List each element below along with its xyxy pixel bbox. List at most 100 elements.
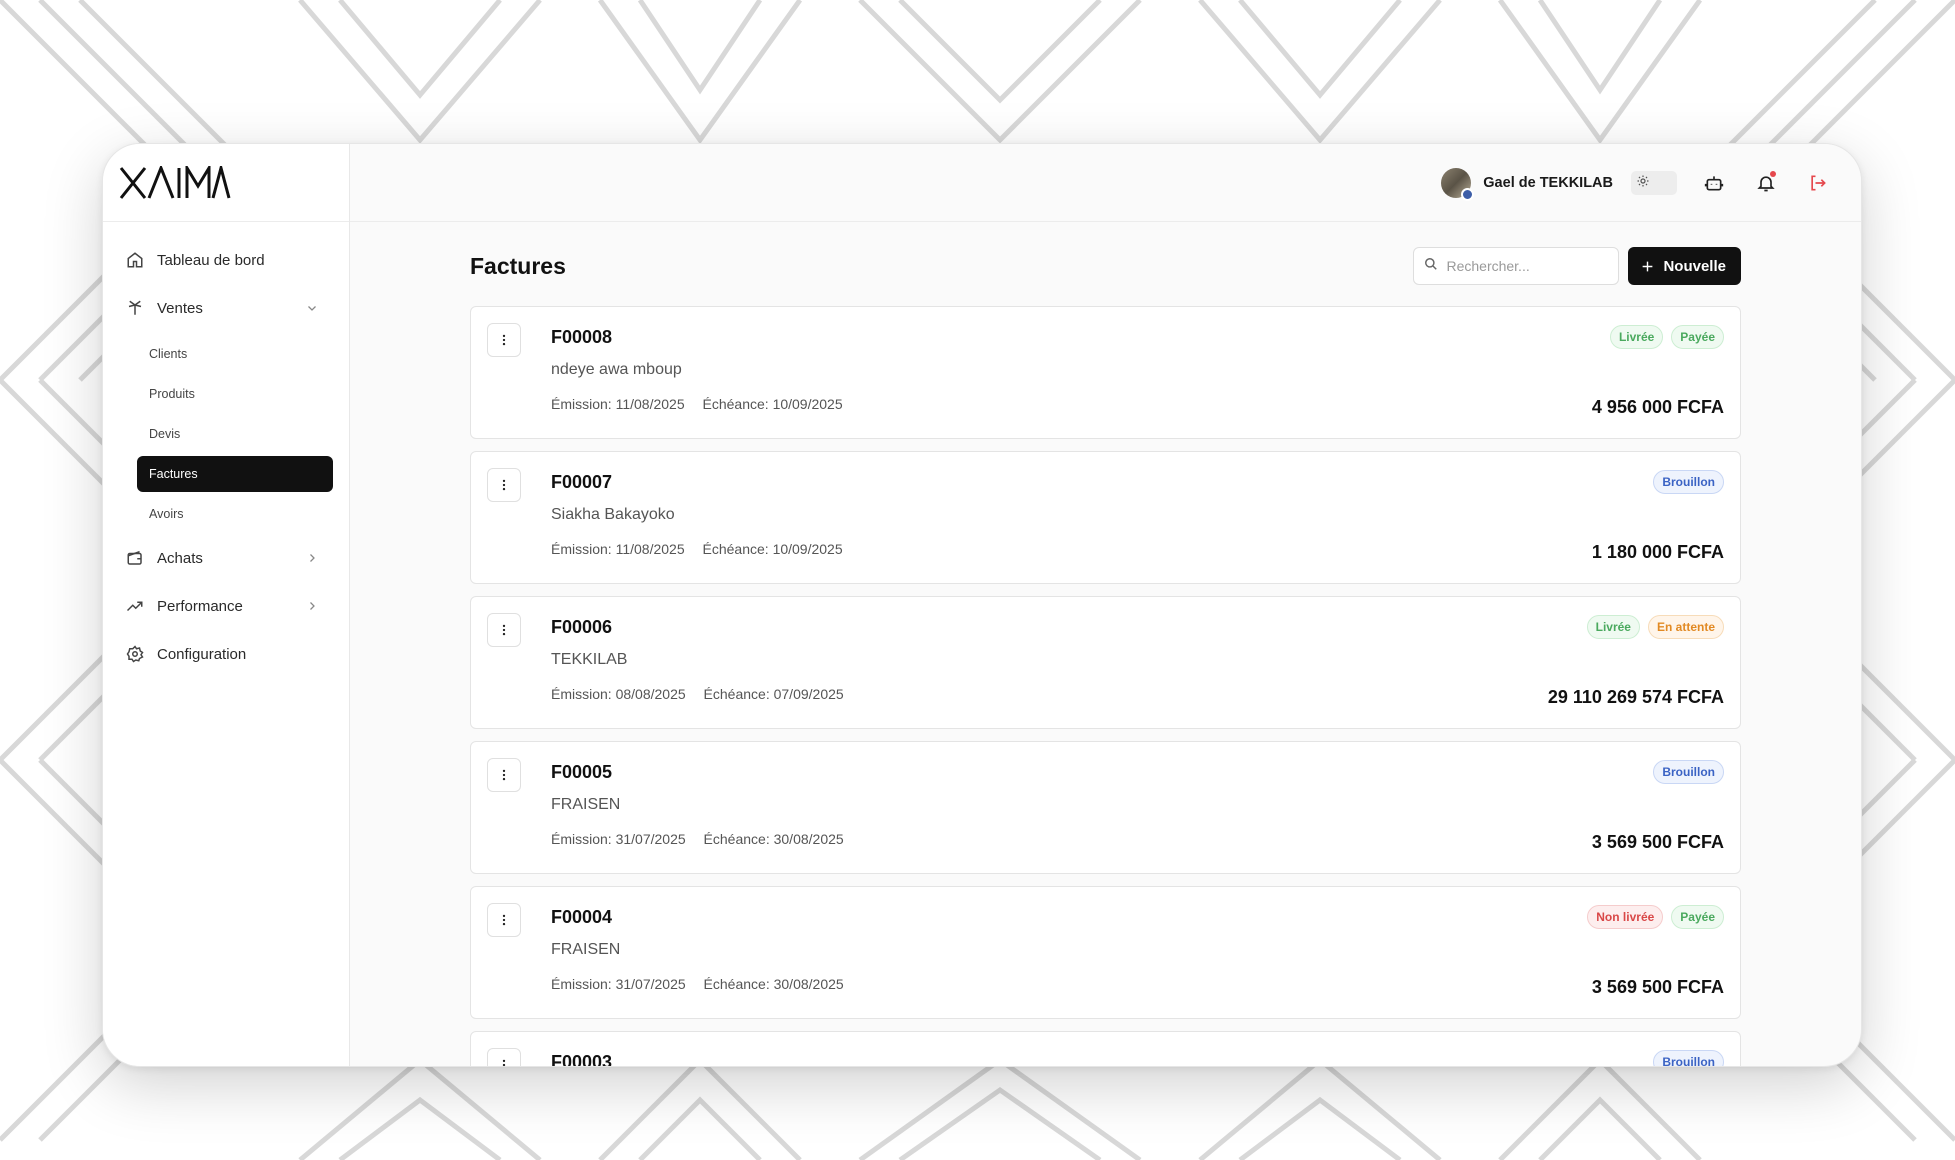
sidebar-item-configuration[interactable]: Configuration: [119, 634, 333, 674]
invoice-card[interactable]: F00006 TEKKILAB Émission: 08/08/2025 Éch…: [470, 596, 1741, 729]
status-badge: Brouillon: [1653, 760, 1724, 784]
invoice-client: TEKKILAB: [551, 651, 628, 668]
emission-date: 08/08/2025: [615, 686, 686, 702]
invoice-list: F00008 ndeye awa mboup Émission: 11/08/2…: [470, 306, 1741, 1066]
more-vertical-icon[interactable]: [487, 468, 521, 502]
emission-label: Émission:: [551, 686, 612, 702]
invoice-client: Siakha Bakayoko: [551, 506, 675, 523]
emission-label: Émission:: [551, 831, 612, 847]
sidebar-nav: Tableau de bord Ventes Clients Produits …: [103, 222, 349, 674]
due-label: Échéance:: [702, 541, 769, 557]
more-vertical-icon[interactable]: [487, 1048, 521, 1066]
plus-icon: [1641, 260, 1654, 273]
invoice-dates: Émission: 11/08/2025 Échéance: 10/09/202…: [551, 396, 857, 412]
chevron-down-icon: [305, 301, 319, 315]
main-content: Factures Nouvelle F00008 nd: [350, 222, 1861, 1066]
new-invoice-button[interactable]: Nouvelle: [1628, 247, 1741, 285]
due-label: Échéance:: [703, 686, 770, 702]
status-badges: Livrée Payée: [1602, 325, 1724, 349]
page-title: Factures: [470, 252, 566, 279]
invoice-dates: Émission: 31/07/2025 Échéance: 30/08/202…: [551, 976, 858, 992]
logo[interactable]: [103, 144, 349, 222]
invoice-client: FRAISEN: [551, 941, 621, 958]
trending-up-icon: [125, 596, 145, 616]
invoice-card[interactable]: F00004 FRAISEN Émission: 31/07/2025 Éché…: [470, 886, 1741, 1019]
invoice-card[interactable]: F00007 Siakha Bakayoko Émission: 11/08/2…: [470, 451, 1741, 584]
chevron-right-icon: [305, 551, 319, 565]
emission-label: Émission:: [551, 541, 612, 557]
sidebar: Tableau de bord Ventes Clients Produits …: [103, 144, 350, 1066]
due-date: 30/08/2025: [773, 976, 844, 992]
more-vertical-icon[interactable]: [487, 903, 521, 937]
status-badges: Livrée En attente: [1579, 615, 1724, 639]
theme-toggle[interactable]: [1631, 170, 1677, 195]
wallet-icon: [125, 548, 145, 568]
status-badge: Non livrée: [1587, 905, 1664, 929]
sidebar-item-label: Tableau de bord: [157, 251, 265, 269]
due-date: 10/09/2025: [772, 541, 843, 557]
invoice-dates: Émission: 31/07/2025 Échéance: 30/08/202…: [551, 831, 858, 847]
search-field[interactable]: [1413, 247, 1620, 285]
search-input[interactable]: [1446, 258, 1597, 274]
sidebar-subnav-ventes: Clients Produits Devis Factures Avoirs: [119, 336, 333, 532]
avatar-status-badge: [1461, 187, 1475, 201]
sidebar-item-achats[interactable]: Achats: [119, 538, 333, 578]
invoice-amount: 29 110 269 574 FCFA: [1547, 687, 1724, 707]
invoice-amount: 3 569 500 FCFA: [1591, 832, 1724, 852]
sales-icon: [125, 298, 145, 318]
more-vertical-icon[interactable]: [487, 613, 521, 647]
sidebar-item-clients[interactable]: Clients: [137, 336, 333, 372]
due-date: 30/08/2025: [773, 831, 844, 847]
more-vertical-icon[interactable]: [487, 323, 521, 357]
sidebar-item-tableau-de-bord[interactable]: Tableau de bord: [119, 240, 333, 280]
robot-icon[interactable]: [1703, 172, 1725, 194]
sidebar-item-devis[interactable]: Devis: [137, 416, 333, 452]
invoice-number: F00008: [551, 327, 613, 347]
invoice-number: F00003: [551, 1052, 613, 1066]
home-icon: [125, 250, 145, 270]
avatar: [1441, 167, 1475, 201]
new-invoice-label: Nouvelle: [1663, 257, 1726, 275]
logout-icon[interactable]: [1807, 172, 1829, 194]
invoice-number: F00007: [551, 472, 613, 492]
invoice-dates: Émission: 08/08/2025 Échéance: 07/09/202…: [551, 686, 858, 702]
sidebar-item-ventes[interactable]: Ventes: [119, 288, 333, 328]
sidebar-item-label: Performance: [157, 597, 243, 615]
status-badge: Payée: [1671, 905, 1724, 929]
invoice-card[interactable]: F00003 Brouillon: [470, 1031, 1741, 1066]
status-badges: Brouillon: [1645, 1050, 1724, 1066]
more-vertical-icon[interactable]: [487, 758, 521, 792]
chevron-right-icon: [305, 599, 319, 613]
sidebar-item-performance[interactable]: Performance: [119, 586, 333, 626]
gear-icon: [125, 644, 145, 664]
due-date: 10/09/2025: [772, 396, 843, 412]
invoice-card[interactable]: F00005 FRAISEN Émission: 31/07/2025 Éché…: [470, 741, 1741, 874]
bell-icon[interactable]: [1755, 170, 1777, 194]
sidebar-item-produits[interactable]: Produits: [137, 376, 333, 412]
emission-date: 31/07/2025: [615, 831, 686, 847]
sidebar-item-label: Configuration: [157, 645, 247, 663]
emission-date: 11/08/2025: [615, 396, 685, 412]
sidebar-item-label: Achats: [157, 549, 203, 567]
emission-label: Émission:: [551, 976, 612, 992]
app-window: Tableau de bord Ventes Clients Produits …: [102, 143, 1862, 1067]
status-badges: Brouillon: [1645, 470, 1724, 494]
sidebar-item-label: Ventes: [157, 299, 203, 317]
status-badge: En attente: [1647, 615, 1724, 639]
status-badge: Brouillon: [1653, 470, 1724, 494]
due-label: Échéance:: [702, 396, 769, 412]
page-header: Factures Nouvelle: [470, 246, 1741, 286]
due-label: Échéance:: [703, 976, 770, 992]
user-name: Gael de TEKKILAB: [1483, 174, 1613, 191]
invoice-number: F00005: [551, 762, 613, 782]
emission-label: Émission:: [551, 396, 612, 412]
invoice-dates: Émission: 11/08/2025 Échéance: 10/09/202…: [551, 541, 857, 557]
invoice-client: ndeye awa mboup: [551, 361, 682, 378]
xaima-logo: [119, 165, 231, 199]
user-menu[interactable]: Gael de TEKKILAB: [1441, 167, 1613, 201]
due-label: Échéance:: [703, 831, 770, 847]
invoice-card[interactable]: F00008 ndeye awa mboup Émission: 11/08/2…: [470, 306, 1741, 439]
sidebar-item-factures[interactable]: Factures: [137, 456, 333, 492]
invoice-amount: 1 180 000 FCFA: [1591, 542, 1724, 562]
sidebar-item-avoirs[interactable]: Avoirs: [137, 496, 333, 532]
